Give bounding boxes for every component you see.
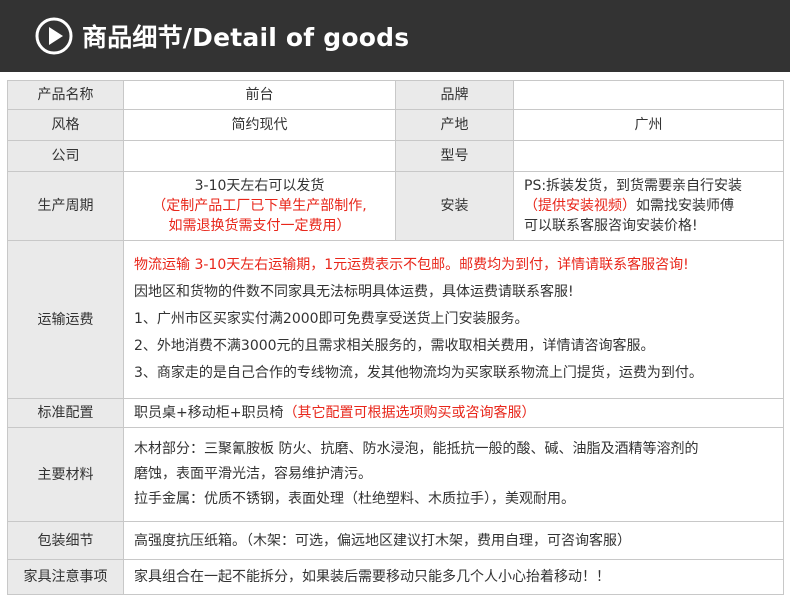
shipping-line-2: 1、广州市区买家实付满2000即可免费享受送货上门安装服务。: [134, 311, 529, 327]
row-name-brand: 产品名称 前台 品牌: [7, 80, 784, 110]
config-text: 职员桌+移动柜+职员椅: [134, 405, 284, 421]
name-value: 前台: [123, 80, 396, 110]
caution-value: 家具组合在一起不能拆分，如果装后需要移动只能多几个人小心抬着移动！！: [123, 559, 784, 595]
style-label: 风格: [7, 109, 124, 141]
install-line-2-rest: 如需找安装师傅: [636, 198, 734, 214]
shipping-line-1: 因地区和货物的件数不同家具无法标明具体运费，具体运费请联系客服!: [134, 284, 574, 300]
install-label: 安装: [395, 171, 514, 241]
company-label: 公司: [7, 140, 124, 172]
origin-label: 产地: [395, 109, 514, 141]
production-line-3: 如需退换货需支付一定费用）: [168, 218, 351, 234]
production-value: 3-10天左右可以发货 （定制产品工厂已下单生产部制作, 如需退换货需支付一定费…: [123, 171, 396, 241]
play-icon: [35, 17, 73, 55]
brand-label: 品牌: [395, 80, 514, 110]
row-production-install: 生产周期 3-10天左右可以发货 （定制产品工厂已下单生产部制作, 如需退换货需…: [7, 171, 784, 241]
row-shipping: 运输运费 物流运输 3-10天左右运输期，1元运费表示不包邮。邮费均为到付，详情…: [7, 240, 784, 399]
shipping-notice: 物流运输 3-10天左右运输期，1元运费表示不包邮。邮费均为到付，详情请联系客服…: [134, 257, 689, 273]
shipping-line-3: 2、外地消费不满3000元的且需求相关服务的，需收取相关费用，详情请咨询客服。: [134, 338, 655, 354]
page-title: 商品细节/Detail of goods: [82, 23, 410, 52]
packaging-value: 高强度抗压纸箱。（木架：可选，偏远地区建议打木架，费用自理，可咨询客服）: [123, 521, 784, 560]
row-company-model: 公司 型号: [7, 140, 784, 172]
materials-wood-line-2: 磨蚀，表面平滑光洁，容易维护清污。: [134, 466, 372, 482]
row-packaging: 包装细节 高强度抗压纸箱。（木架：可选，偏远地区建议打木架，费用自理，可咨询客服…: [7, 521, 784, 560]
production-label: 生产周期: [7, 171, 124, 241]
row-caution: 家具注意事项 家具组合在一起不能拆分，如果装后需要移动只能多几个人小心抬着移动！…: [7, 559, 784, 595]
row-config: 标准配置 职员桌+移动柜+职员椅（其它配置可根据选项购买或咨询客服）: [7, 398, 784, 428]
materials-value: 木材部分：三聚氰胺板 防火、抗磨、防水浸泡，能抵抗一般的酸、碱、油脂及酒精等溶剂…: [123, 427, 784, 522]
install-line-2: （提供安装视频）如需找安装师傅: [524, 196, 775, 216]
install-line-3: 可以联系客服咨询安装价格!: [524, 218, 698, 234]
materials-label: 主要材料: [7, 427, 124, 522]
name-label: 产品名称: [7, 80, 124, 110]
shipping-label: 运输运费: [7, 240, 124, 399]
row-materials: 主要材料 木材部分：三聚氰胺板 防火、抗磨、防水浸泡，能抵抗一般的酸、碱、油脂及…: [7, 427, 784, 522]
materials-metal-line: 拉手金属：优质不锈钢，表面处理（杜绝塑料、木质拉手），美观耐用。: [134, 491, 575, 507]
brand-value: [513, 80, 784, 110]
production-line-1: 3-10天左右可以发货: [194, 178, 325, 194]
materials-wood-line-1: 木材部分：三聚氰胺板 防火、抗磨、防水浸泡，能抵抗一般的酸、碱、油脂及酒精等溶剂…: [134, 441, 699, 457]
caution-label: 家具注意事项: [7, 559, 124, 595]
shipping-value: 物流运输 3-10天左右运输期，1元运费表示不包邮。邮费均为到付，详情请联系客服…: [123, 240, 784, 399]
company-value: [123, 140, 396, 172]
model-label: 型号: [395, 140, 514, 172]
page-header: 商品细节/Detail of goods: [0, 0, 790, 72]
style-value: 简约现代: [123, 109, 396, 141]
install-video-note: （提供安装视频）: [524, 198, 636, 214]
config-note: （其它配置可根据选项购买或咨询客服）: [283, 405, 536, 421]
config-value: 职员桌+移动柜+职员椅（其它配置可根据选项购买或咨询客服）: [123, 398, 784, 428]
config-label: 标准配置: [7, 398, 124, 428]
shipping-line-4: 3、商家走的是自己合作的专线物流，发其他物流均为买家联系物流上门提货，运费为到付…: [134, 365, 703, 381]
production-line-2: （定制产品工厂已下单生产部制作,: [152, 198, 367, 214]
install-value: PS:拆装发货，到货需要亲自行安装 （提供安装视频）如需找安装师傅 可以联系客服…: [513, 171, 784, 241]
model-value: [513, 140, 784, 172]
packaging-label: 包装细节: [7, 521, 124, 560]
row-style-origin: 风格 简约现代 产地 广州: [7, 109, 784, 141]
origin-value: 广州: [513, 109, 784, 141]
spec-table: 产品名称 前台 品牌 风格 简约现代 产地 广州 公司 型号 生产周期 3-10…: [7, 80, 784, 595]
install-line-1: PS:拆装发货，到货需要亲自行安装: [524, 178, 743, 194]
